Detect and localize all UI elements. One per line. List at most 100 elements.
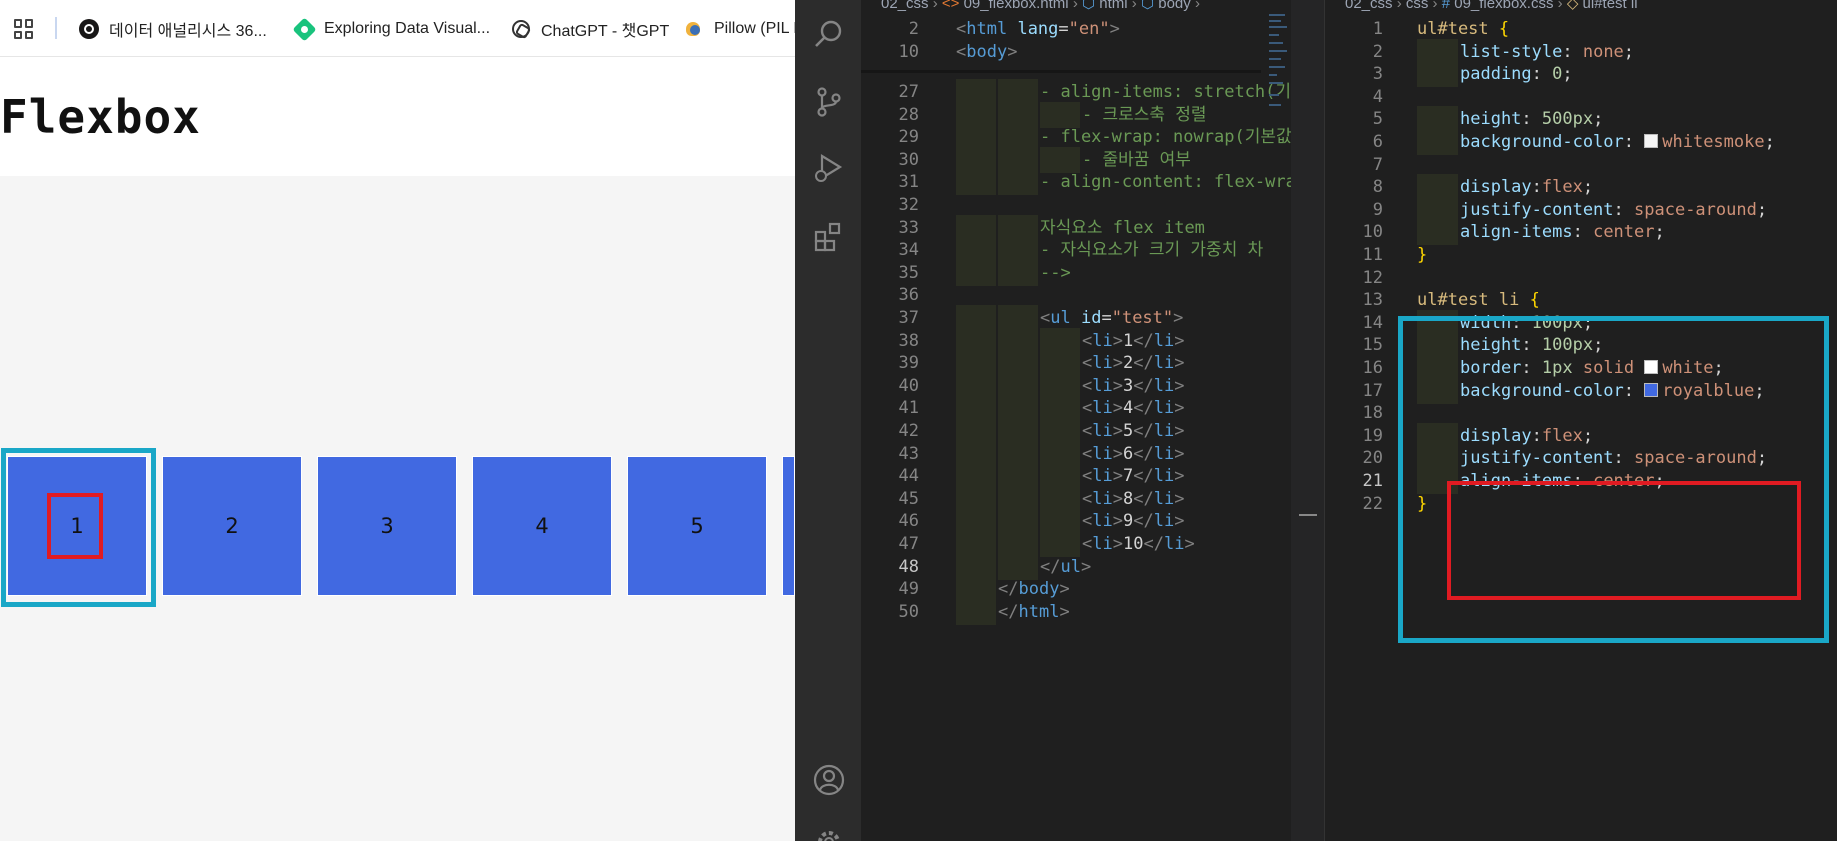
element-icon: ⬡	[1081, 0, 1096, 12]
code-token: flex	[1541, 177, 1583, 198]
code-token: -->	[1040, 262, 1071, 283]
code-line[interactable]: 10 <body>	[861, 39, 1324, 65]
page-title: Flexbox	[0, 90, 201, 144]
breadcrumb-body[interactable]: body	[1158, 0, 1191, 12]
code-token: - 크로스축 정렬	[1082, 104, 1207, 125]
code-token: 10	[1122, 534, 1144, 554]
code-token: :	[1613, 199, 1635, 220]
code-token: - align-content: flex-wra	[1040, 172, 1296, 193]
diamond-icon	[291, 16, 317, 42]
search-icon[interactable]	[813, 18, 845, 50]
css-editor[interactable]: 02_css › css › # 09_flexbox.css › ◇ ul#t…	[1324, 0, 1837, 841]
code-token: </	[1143, 534, 1164, 554]
code-token: padding	[1460, 64, 1532, 85]
code-token: li	[1092, 398, 1113, 419]
flex-item-label: 4	[535, 514, 549, 538]
code-token: <	[1082, 534, 1093, 554]
code-token: </	[1040, 556, 1061, 577]
run-debug-icon[interactable]	[813, 152, 845, 184]
code-token: >	[1174, 421, 1185, 441]
code-token: li	[1163, 534, 1185, 554]
code-token: ;	[1562, 64, 1573, 85]
code-token: li	[1153, 330, 1175, 351]
code-token: >	[1059, 601, 1070, 622]
account-icon[interactable]	[813, 764, 845, 796]
flex-item-5: 5	[627, 456, 767, 596]
scrollbar[interactable]	[1291, 0, 1324, 841]
text-highlight-box	[47, 493, 103, 559]
flex-item-label: 3	[380, 514, 394, 538]
code-token: >	[1112, 330, 1123, 351]
code-token: ;	[1582, 177, 1594, 198]
code-token: >	[1080, 556, 1092, 577]
code-token: >	[1174, 466, 1185, 487]
code-token: li	[1153, 511, 1175, 532]
code-token: li	[1092, 488, 1113, 509]
code-token: 6	[1122, 443, 1134, 464]
code-token: "test"	[1111, 308, 1174, 328]
line-number: 10	[898, 42, 919, 62]
code-token: li	[1153, 466, 1175, 487]
html-file-icon: <>	[941, 0, 960, 12]
code-token: =	[1101, 308, 1112, 328]
code-token: >	[1174, 398, 1185, 419]
code-token: ;	[1654, 222, 1665, 243]
css-file-icon: #	[1441, 0, 1451, 12]
code-token: html	[1018, 601, 1060, 622]
bookmark-chatgpt[interactable]: ChatGPT - 챗GPT	[510, 16, 669, 42]
code-token: li	[1092, 421, 1113, 441]
code-token: </	[1133, 330, 1154, 351]
code-token: </	[998, 579, 1019, 600]
code-token: >	[1109, 19, 1120, 39]
code-token: 7	[1122, 466, 1134, 487]
code-token: list-style	[1460, 41, 1563, 62]
code-token: >	[1112, 466, 1123, 487]
code-token: body	[1018, 579, 1060, 600]
code-token: >	[1174, 375, 1185, 396]
code-token: >	[1112, 375, 1123, 396]
code-token: - flex-wrap: nowrap(기본값	[1040, 127, 1292, 148]
code-token: <	[1082, 488, 1093, 509]
color-swatch[interactable]	[1644, 134, 1659, 148]
code-token: :	[1531, 177, 1542, 198]
code-token: <	[1082, 466, 1093, 487]
code-token: align-items	[1460, 222, 1573, 243]
bookmark-label: 데이터 애널리시스 36...	[109, 23, 267, 40]
code-token: height	[1460, 109, 1522, 130]
extensions-icon[interactable]	[813, 220, 845, 252]
code-token: space-around	[1634, 199, 1757, 220]
code-line[interactable]: 50 </html>	[861, 598, 1324, 625]
breadcrumb-file[interactable]: 09_flexbox.css	[1454, 0, 1553, 12]
bookmark-pillow[interactable]: Pillow (PIL F	[683, 16, 795, 42]
apps-grid-icon[interactable]	[14, 19, 34, 39]
code-token: - 줄바꿈 여부	[1082, 149, 1191, 170]
code-token: <	[1082, 421, 1093, 441]
code-token: >	[1112, 534, 1123, 554]
code-token: li	[1092, 353, 1113, 374]
scroll-thumb[interactable]	[1299, 514, 1317, 516]
indent-guide	[956, 598, 996, 625]
breadcrumb-symbol[interactable]: ul#test li	[1583, 0, 1638, 12]
html-editor[interactable]: 02_css › <> 09_flexbox.html › ⬡ html › ⬡…	[861, 0, 1324, 841]
breadcrumb-folder[interactable]: 02_css	[881, 0, 929, 12]
minimap[interactable]	[1269, 14, 1289, 114]
breadcrumb: 02_css › css › # 09_flexbox.css › ◇ ul#t…	[1345, 0, 1638, 14]
breadcrumb-subfolder[interactable]: css	[1406, 0, 1429, 12]
code-token: <	[956, 42, 967, 62]
settings-icon[interactable]	[813, 826, 845, 841]
code-token: center	[1593, 222, 1655, 243]
code-token: }	[1417, 245, 1428, 265]
bookmark-exploring-data[interactable]: Exploring Data Visual...	[291, 16, 490, 42]
source-control-icon[interactable]	[813, 86, 845, 118]
bookmark-github[interactable]: 데이터 애널리시스 36...	[78, 16, 267, 42]
breadcrumb-file[interactable]: 09_flexbox.html	[964, 0, 1069, 12]
breadcrumb-folder[interactable]: 02_css	[1345, 0, 1393, 12]
breadcrumb-html[interactable]: html	[1099, 0, 1127, 12]
code-token: =	[1058, 19, 1069, 39]
code-token: - align-items: stretch(기	[1040, 82, 1292, 102]
breadcrumb: 02_css › <> 09_flexbox.html › ⬡ html › ⬡…	[881, 0, 1200, 14]
code-token: li	[1092, 375, 1113, 396]
code-token: - 자식요소가 크기 가중치 차	[1040, 240, 1264, 261]
